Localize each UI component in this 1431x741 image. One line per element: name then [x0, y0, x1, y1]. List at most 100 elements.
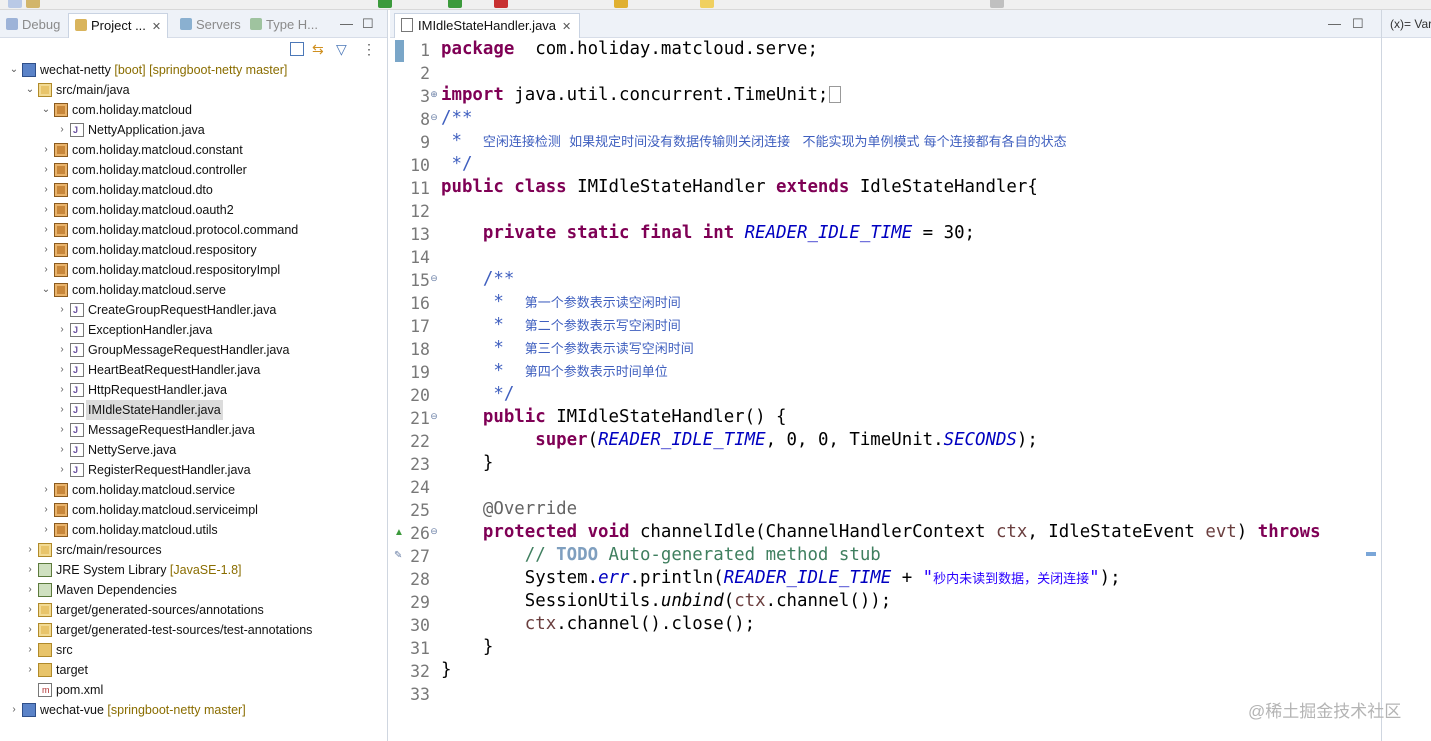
tree-item[interactable]: › com.holiday.matcloud.respository: [0, 240, 387, 260]
editor-tab-imidlestatehandler[interactable]: IMIdleStateHandler.java ✕: [394, 13, 581, 38]
code-line[interactable]: public IMIdleStateHandler() {: [441, 407, 787, 427]
code-line[interactable]: * 第二个参数表示写空闲时间: [441, 315, 680, 335]
chevron-down-icon[interactable]: ⌄: [24, 80, 36, 100]
chevron-right-icon[interactable]: ›: [24, 640, 36, 660]
chevron-right-icon[interactable]: ›: [24, 560, 36, 580]
tab-debug[interactable]: Debug: [6, 14, 60, 36]
run-icon[interactable]: [378, 0, 392, 8]
code-line[interactable]: System.err.println(READER_IDLE_TIME + "秒…: [441, 568, 1121, 588]
minimize-icon[interactable]: —: [1328, 16, 1341, 31]
toolbar-icon[interactable]: [990, 0, 1004, 8]
code-line[interactable]: }: [441, 637, 493, 657]
expand-fold-icon[interactable]: ⊕: [429, 89, 439, 100]
chevron-right-icon[interactable]: ›: [56, 420, 68, 440]
code-line[interactable]: SessionUtils.unbind(ctx.channel());: [441, 591, 892, 611]
tab-project-explorer[interactable]: Project ... ✕: [68, 13, 169, 38]
collapsed-imports-icon[interactable]: [829, 86, 842, 103]
view-menu-icon[interactable]: ⋮: [362, 42, 376, 56]
tree-item[interactable]: › HttpRequestHandler.java: [0, 380, 387, 400]
tree-item[interactable]: › RegisterRequestHandler.java: [0, 460, 387, 480]
override-marker-icon[interactable]: ▲: [394, 527, 404, 538]
chevron-right-icon[interactable]: ›: [24, 580, 36, 600]
chevron-down-icon[interactable]: ⌄: [40, 280, 52, 300]
chevron-right-icon[interactable]: ›: [40, 260, 52, 280]
tree-item[interactable]: › Maven Dependencies: [0, 580, 387, 600]
chevron-right-icon[interactable]: ›: [56, 360, 68, 380]
tree-item[interactable]: pom.xml: [0, 680, 387, 700]
tree-item[interactable]: › MessageRequestHandler.java: [0, 420, 387, 440]
tree-item[interactable]: › src/main/resources: [0, 540, 387, 560]
code-line[interactable]: * 第四个参数表示时间单位: [441, 361, 667, 381]
chevron-right-icon[interactable]: ›: [40, 220, 52, 240]
code-line[interactable]: }: [441, 660, 451, 680]
stop-icon[interactable]: [494, 0, 508, 8]
chevron-right-icon[interactable]: ›: [8, 700, 20, 720]
chevron-right-icon[interactable]: ›: [40, 140, 52, 160]
debug-icon[interactable]: [448, 0, 462, 8]
code-line[interactable]: ctx.channel().close();: [441, 614, 755, 634]
maximize-icon[interactable]: ☐: [1352, 16, 1364, 32]
minimize-icon[interactable]: —: [340, 16, 353, 31]
maximize-icon[interactable]: ☐: [362, 16, 374, 32]
tree-item[interactable]: › NettyApplication.java: [0, 120, 387, 140]
chevron-down-icon[interactable]: ⌄: [8, 60, 20, 80]
tree-item[interactable]: › src: [0, 640, 387, 660]
chevron-right-icon[interactable]: ›: [40, 180, 52, 200]
toolbar-icon[interactable]: [26, 0, 40, 8]
tree-item[interactable]: ⌄ wechat-netty [boot] [springboot-netty m…: [0, 60, 387, 80]
chevron-right-icon[interactable]: ›: [56, 120, 68, 140]
tree-item[interactable]: › IMIdleStateHandler.java: [0, 400, 387, 420]
code-line[interactable]: /**: [441, 269, 514, 289]
tree-item[interactable]: › com.holiday.matcloud.constant: [0, 140, 387, 160]
tab-servers[interactable]: Servers: [180, 14, 241, 36]
chevron-right-icon[interactable]: ›: [56, 300, 68, 320]
tree-item[interactable]: › ExceptionHandler.java: [0, 320, 387, 340]
code-line[interactable]: super(READER_IDLE_TIME, 0, 0, TimeUnit.S…: [441, 430, 1038, 450]
chevron-right-icon[interactable]: ›: [24, 600, 36, 620]
tree-item[interactable]: › com.holiday.matcloud.respositoryImpl: [0, 260, 387, 280]
tab-variables[interactable]: (x)= Var: [1382, 10, 1431, 38]
collapse-fold-icon[interactable]: ⊖: [429, 112, 439, 123]
toolbar-icon[interactable]: [614, 0, 628, 8]
collapse-fold-icon[interactable]: ⊖: [429, 273, 439, 284]
chevron-right-icon[interactable]: ›: [56, 400, 68, 420]
code-line[interactable]: // TODO Auto-generated method stub: [441, 545, 881, 565]
tree-item[interactable]: › wechat-vue [springboot-netty master]: [0, 700, 387, 720]
tree-item[interactable]: › com.holiday.matcloud.service: [0, 480, 387, 500]
task-marker-icon[interactable]: ✎: [394, 550, 402, 561]
tree-item[interactable]: ⌄ com.holiday.matcloud: [0, 100, 387, 120]
tree-item[interactable]: › HeartBeatRequestHandler.java: [0, 360, 387, 380]
code-line[interactable]: * 第一个参数表示读空闲时间: [441, 292, 680, 312]
tree-item[interactable]: › NettyServe.java: [0, 440, 387, 460]
chevron-down-icon[interactable]: ⌄: [40, 100, 52, 120]
toolbar-icon[interactable]: [8, 0, 22, 8]
tab-type-hierarchy[interactable]: Type H...: [250, 14, 318, 36]
chevron-right-icon[interactable]: ›: [40, 480, 52, 500]
tree-item[interactable]: › JRE System Library [JavaSE-1.8]: [0, 560, 387, 580]
toolbar-icon[interactable]: [700, 0, 714, 8]
chevron-right-icon[interactable]: ›: [40, 500, 52, 520]
code-line[interactable]: * 空闲连接检测 如果规定时间没有数据传输则关闭连接 不能实现为单例模式 每个连…: [441, 131, 1066, 151]
code-line[interactable]: }: [441, 453, 493, 473]
close-icon[interactable]: ✕: [152, 21, 161, 33]
chevron-right-icon[interactable]: ›: [56, 380, 68, 400]
tree-item[interactable]: › com.holiday.matcloud.oauth2: [0, 200, 387, 220]
tree-item[interactable]: › com.holiday.matcloud.controller: [0, 160, 387, 180]
code-line[interactable]: @Override: [441, 499, 577, 519]
chevron-right-icon[interactable]: ›: [56, 440, 68, 460]
tree-item[interactable]: › CreateGroupRequestHandler.java: [0, 300, 387, 320]
tree-item[interactable]: › GroupMessageRequestHandler.java: [0, 340, 387, 360]
chevron-right-icon[interactable]: ›: [40, 200, 52, 220]
code-line[interactable]: package com.holiday.matcloud.serve;: [441, 39, 818, 59]
chevron-right-icon[interactable]: ›: [56, 340, 68, 360]
chevron-right-icon[interactable]: ›: [40, 240, 52, 260]
code-line[interactable]: private static final int READER_IDLE_TIM…: [441, 223, 975, 243]
code-line[interactable]: public class IMIdleStateHandler extends …: [441, 177, 1038, 197]
filter-icon[interactable]: ▽: [336, 42, 350, 56]
chevron-right-icon[interactable]: ›: [56, 460, 68, 480]
close-icon[interactable]: ✕: [562, 21, 571, 33]
tree-item[interactable]: › com.holiday.matcloud.serviceimpl: [0, 500, 387, 520]
collapse-fold-icon[interactable]: ⊖: [429, 526, 439, 537]
tree-item[interactable]: ⌄ com.holiday.matcloud.serve: [0, 280, 387, 300]
code-area[interactable]: 1 package com.holiday.matcloud.serve; 2 3 ⊕ i…: [390, 38, 1381, 741]
